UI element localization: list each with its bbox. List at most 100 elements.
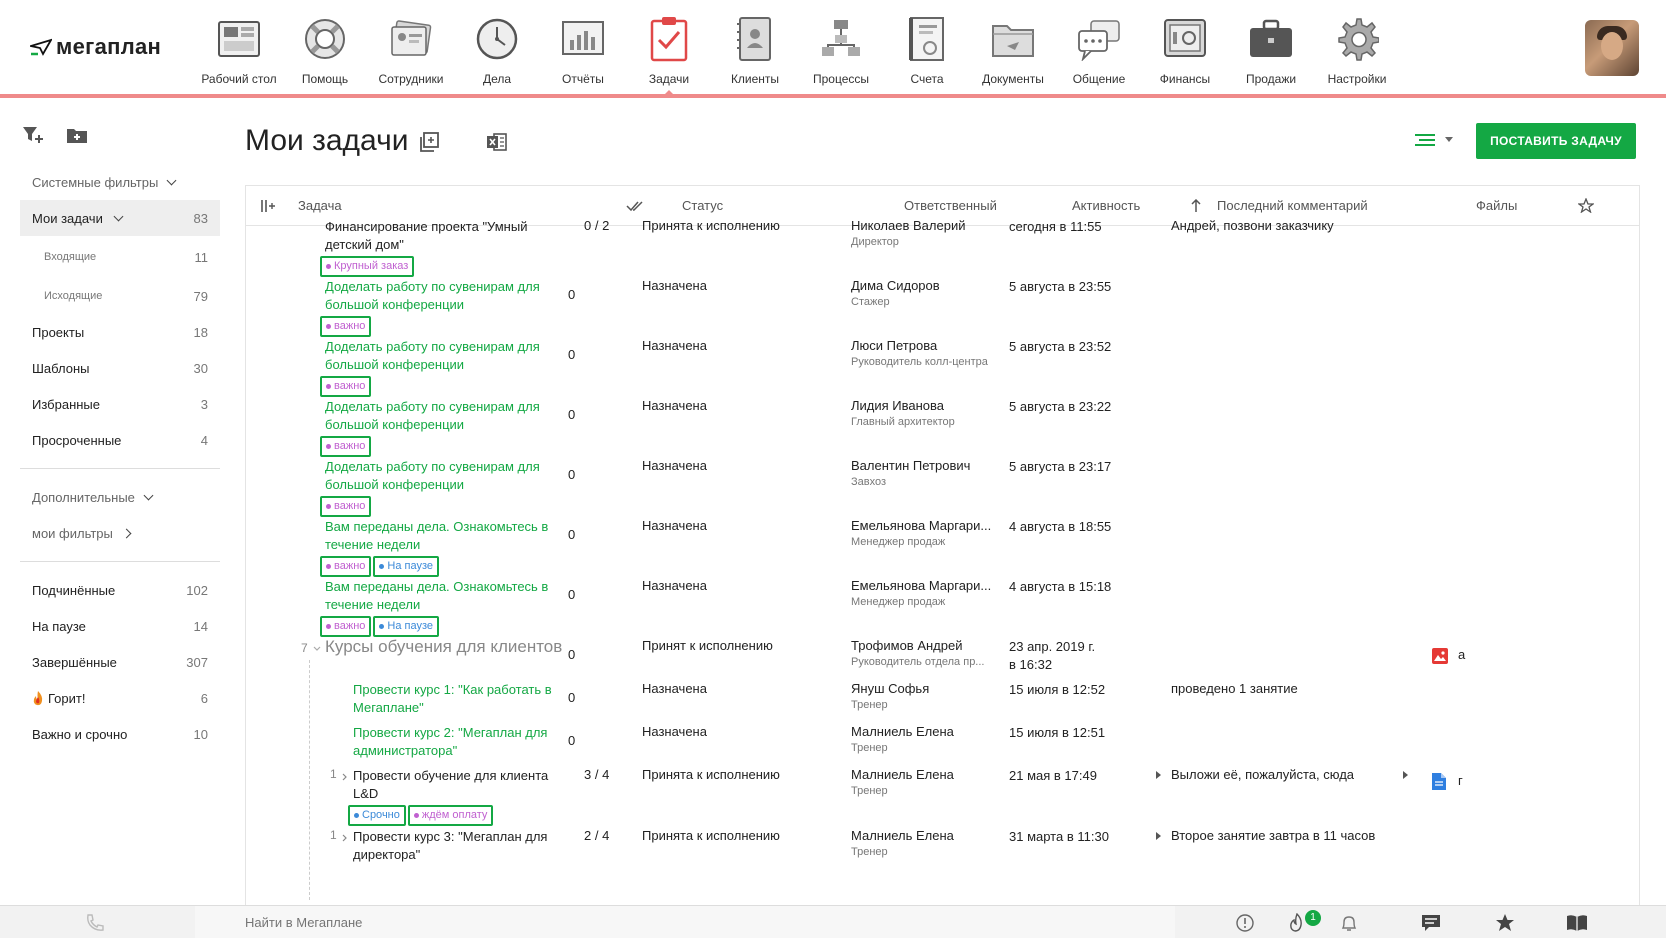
task-tag[interactable]: Крупный заказ: [320, 256, 415, 277]
last-comment[interactable]: Выложи её, пожалуйста, сюда: [1171, 767, 1354, 782]
responsible-name[interactable]: Малниель Елена: [851, 767, 954, 782]
sidebar-item[interactable]: Подчинённые 102: [20, 572, 220, 608]
sidebar-item-my-tasks[interactable]: Мои задачи 83: [20, 200, 220, 236]
responsible-name[interactable]: Трофимов Андрей: [851, 638, 984, 653]
header-status[interactable]: Статус: [682, 198, 723, 213]
responsible-name[interactable]: Емельянова Маргари...: [851, 518, 991, 533]
column-settings-icon[interactable]: [261, 200, 275, 212]
expand-chevron-icon[interactable]: [342, 769, 348, 784]
task-title-link[interactable]: Провести курс 3: "Мегаплан для директора…: [353, 828, 573, 864]
messages-icon[interactable]: [1420, 913, 1442, 933]
responsible-name[interactable]: Николаев Валерий: [851, 218, 965, 233]
task-tag[interactable]: важно: [320, 556, 372, 577]
nav-item-safe[interactable]: Финансы: [1142, 0, 1228, 94]
sort-arrow-up-icon[interactable]: [1191, 199, 1201, 213]
nav-item-chat[interactable]: Общение: [1056, 0, 1142, 94]
task-title-link[interactable]: Доделать работу по сувенирам для большой…: [325, 398, 565, 434]
nav-item-contacts-book[interactable]: Клиенты: [712, 0, 798, 94]
responsible-name[interactable]: Валентин Петрович: [851, 458, 970, 473]
header-activity[interactable]: Активность: [1072, 198, 1140, 213]
task-tag[interactable]: Срочно: [348, 805, 406, 826]
header-files[interactable]: Файлы: [1476, 198, 1517, 213]
file-name[interactable]: а: [1458, 647, 1465, 662]
task-title-link[interactable]: Провести курс 2: "Мегаплан для администр…: [353, 724, 573, 760]
alert-circle-icon[interactable]: [1234, 913, 1256, 933]
task-title-link[interactable]: Доделать работу по сувенирам для большой…: [325, 458, 565, 494]
folder-add-icon[interactable]: [66, 126, 88, 144]
files-expand-icon[interactable]: [1403, 771, 1408, 779]
sidebar-item[interactable]: Просроченные 4: [20, 422, 220, 458]
responsible-name[interactable]: Малниель Елена: [851, 828, 954, 843]
nav-item-briefcase[interactable]: Продажи: [1228, 0, 1314, 94]
double-check-icon[interactable]: [626, 200, 644, 212]
filter-add-icon[interactable]: [22, 126, 44, 144]
task-title-link[interactable]: Доделать работу по сувенирам для большой…: [325, 278, 565, 314]
sidebar-item[interactable]: Шаблоны 30: [20, 350, 220, 386]
responsible-name[interactable]: Лидия Иванова: [851, 398, 955, 413]
nav-item-lifebuoy[interactable]: Помощь: [282, 0, 368, 94]
header-responsible[interactable]: Ответственный: [904, 198, 997, 213]
task-title-link[interactable]: Доделать работу по сувенирам для большой…: [325, 338, 565, 374]
header-last-comment[interactable]: Последний комментарий: [1217, 198, 1368, 213]
responsible-name[interactable]: Дима Сидоров: [851, 278, 940, 293]
view-toggle[interactable]: [1415, 133, 1453, 147]
nav-item-desktop[interactable]: Рабочий стол: [196, 0, 282, 94]
task-tag[interactable]: ждём оплату: [407, 805, 494, 826]
task-tag[interactable]: На паузе: [373, 556, 439, 577]
favorites-star-icon[interactable]: [1494, 913, 1516, 933]
task-title-link[interactable]: Провести курс 1: "Как работать в Мегапла…: [353, 681, 573, 717]
expand-chevron-icon[interactable]: [342, 830, 348, 845]
nav-item-tasks-clipboard[interactable]: Задачи: [626, 0, 712, 95]
sidebar-item[interactable]: Избранные 3: [20, 386, 220, 422]
task-title-link[interactable]: Курсы обучения для клиентов: [325, 638, 585, 656]
phone-icon[interactable]: [84, 913, 106, 933]
nav-item-invoice[interactable]: Счета: [884, 0, 970, 94]
sidebar-item[interactable]: Важно и срочно 10: [20, 716, 220, 752]
sidebar-item[interactable]: Исходящие 79: [20, 278, 220, 314]
sidebar-item[interactable]: Завершённые 307: [20, 644, 220, 680]
header-task[interactable]: Задача: [298, 198, 342, 213]
sidebar-item[interactable]: Горит! 6: [20, 680, 220, 716]
user-avatar[interactable]: [1585, 20, 1639, 76]
task-tag[interactable]: важно: [320, 316, 372, 337]
nav-item-folder[interactable]: Документы: [970, 0, 1056, 94]
global-search-input[interactable]: [195, 906, 1175, 938]
copy-icon[interactable]: [418, 131, 440, 153]
nav-item-gear[interactable]: Настройки: [1314, 0, 1400, 94]
task-title-link[interactable]: Вам переданы дела. Ознакомьтесь в течени…: [325, 518, 565, 554]
document-file-icon[interactable]: [1432, 773, 1446, 793]
comment-expand-icon[interactable]: [1156, 832, 1161, 840]
create-task-button[interactable]: ПОСТАВИТЬ ЗАДАЧУ: [1476, 123, 1636, 159]
task-tag[interactable]: важно: [320, 496, 372, 517]
nav-item-chart[interactable]: Отчёты: [540, 0, 626, 94]
responsible-name[interactable]: Малниель Елена: [851, 724, 954, 739]
sidebar-item[interactable]: Входящие 11: [20, 239, 220, 275]
last-comment[interactable]: Андрей, позвони заказчику: [1171, 218, 1334, 233]
file-name[interactable]: г: [1458, 773, 1463, 788]
bell-icon[interactable]: [1338, 913, 1360, 933]
task-tag[interactable]: важно: [320, 436, 372, 457]
excel-export-icon[interactable]: [486, 131, 508, 153]
responsible-name[interactable]: Емельянова Маргари...: [851, 578, 991, 593]
star-icon[interactable]: [1578, 198, 1594, 213]
sidebar-item[interactable]: На паузе 14: [20, 608, 220, 644]
responsible-name[interactable]: Януш Софья: [851, 681, 929, 696]
comment-expand-icon[interactable]: [1156, 771, 1161, 779]
task-tag[interactable]: На паузе: [373, 616, 439, 637]
task-title-link[interactable]: Вам переданы дела. Ознакомьтесь в течени…: [325, 578, 565, 614]
system-filters-section[interactable]: Системные фильтры: [20, 164, 220, 200]
nav-item-employees[interactable]: Сотрудники: [368, 0, 454, 94]
task-tag[interactable]: важно: [320, 616, 372, 637]
nav-item-clock[interactable]: Дела: [454, 0, 540, 94]
nav-item-process-flow[interactable]: Процессы: [798, 0, 884, 94]
expand-chevron-icon[interactable]: [313, 640, 321, 655]
sidebar-item[interactable]: Проекты 18: [20, 314, 220, 350]
book-icon[interactable]: [1566, 913, 1588, 933]
last-comment[interactable]: Второе занятие завтра в 11 часов: [1171, 828, 1375, 843]
last-comment[interactable]: проведено 1 занятие: [1171, 681, 1298, 696]
task-tag[interactable]: важно: [320, 376, 372, 397]
task-title-link[interactable]: Финансирование проекта "Умный детский до…: [325, 218, 565, 254]
image-file-icon[interactable]: [1432, 648, 1448, 667]
responsible-name[interactable]: Люси Петрова: [851, 338, 988, 353]
my-filters-section[interactable]: мои фильтры: [20, 515, 220, 551]
